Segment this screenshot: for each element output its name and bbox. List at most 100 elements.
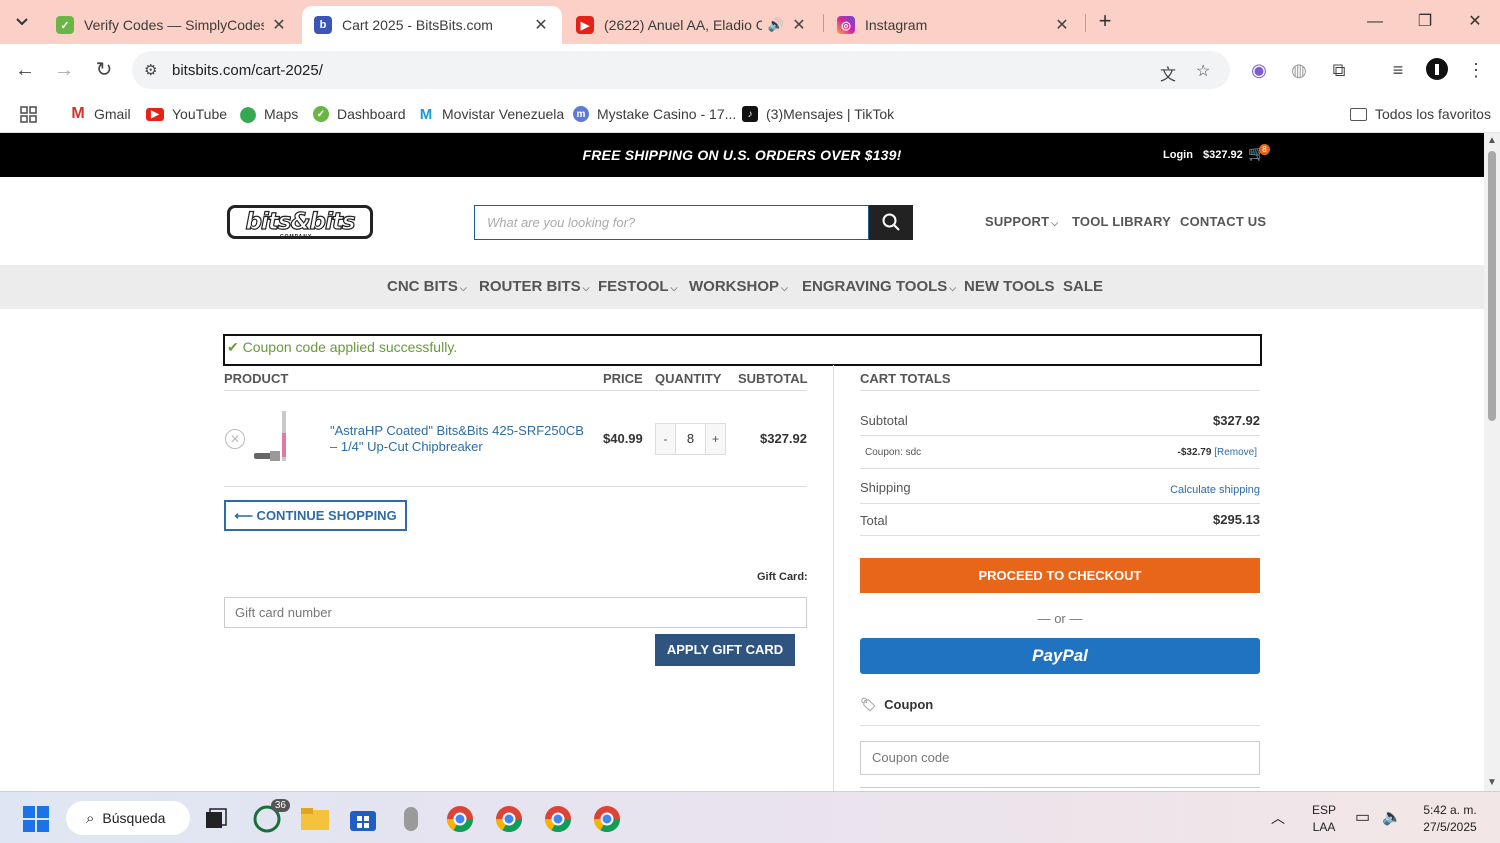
extensions-puzzle-icon[interactable]: ⧉ xyxy=(1327,58,1351,82)
close-tab-icon[interactable]: ✕ xyxy=(270,15,288,35)
header-quantity: QUANTITY xyxy=(655,371,722,386)
mouse-app-icon[interactable] xyxy=(394,802,428,836)
tab-instagram[interactable]: ◎ Instagram ✕ xyxy=(825,6,1083,44)
close-tab-icon[interactable]: ✕ xyxy=(532,15,550,35)
total-value: $295.13 xyxy=(1213,512,1260,527)
browser-menu-icon[interactable]: ⋮ xyxy=(1464,58,1488,82)
nav-router-bits[interactable]: ROUTER BITS ⌵ xyxy=(479,278,590,295)
scroll-up-icon[interactable]: ▲ xyxy=(1487,135,1497,146)
bookmark-star-icon[interactable]: ☆ xyxy=(1196,61,1210,81)
coupon-code-input[interactable]: Coupon code xyxy=(860,741,1260,775)
address-bar[interactable]: ⚙ bitsbits.com/cart-2025/ 文 ☆ xyxy=(132,51,1230,89)
quantity-stepper: - 8 + xyxy=(655,423,726,455)
tool-library-link[interactable]: TOOL LIBRARY xyxy=(1072,214,1171,229)
continue-shopping-button[interactable]: ⟵ CONTINUE SHOPPING xyxy=(224,500,407,531)
search-icon[interactable] xyxy=(869,205,913,240)
bookmark-mystake[interactable]: m Mystake Casino - 17... xyxy=(573,102,736,126)
close-window-icon[interactable]: ✕ xyxy=(1460,8,1490,36)
volume-icon[interactable]: 🔈 xyxy=(1382,807,1402,827)
calculate-shipping-link[interactable]: Calculate shipping xyxy=(1110,484,1260,496)
language-indicator[interactable]: ESP LAA xyxy=(1304,802,1344,836)
chrome-profile-3-icon[interactable] xyxy=(541,802,575,836)
product-thumbnail[interactable] xyxy=(252,409,296,467)
support-link[interactable]: SUPPORT ⌵ xyxy=(985,214,1058,229)
all-bookmarks-folder[interactable]: Todos los favoritos xyxy=(1350,102,1491,126)
task-view-icon[interactable] xyxy=(199,802,233,836)
gift-card-label: Gift Card: xyxy=(757,571,808,583)
site-info-icon[interactable]: ⚙ xyxy=(144,61,157,79)
quantity-increase-button[interactable]: + xyxy=(706,424,725,454)
proceed-to-checkout-button[interactable]: PROCEED TO CHECKOUT xyxy=(860,558,1260,593)
apps-grid-icon[interactable] xyxy=(20,102,37,126)
close-tab-icon[interactable]: ✕ xyxy=(790,15,808,35)
profile-avatar[interactable] xyxy=(1425,58,1449,82)
whatsapp-badge: 36 xyxy=(270,799,290,812)
bookmark-youtube[interactable]: ▶ YouTube xyxy=(146,102,227,126)
bookmark-tiktok[interactable]: ♪ (3)Mensajes | TikTok xyxy=(742,102,894,126)
scroll-down-icon[interactable]: ▼ xyxy=(1487,777,1497,788)
gift-card-input[interactable]: Gift card number xyxy=(224,597,807,628)
chrome-icon[interactable] xyxy=(443,802,477,836)
bookmark-maps[interactable]: ⬤ Maps xyxy=(240,102,299,126)
restore-icon[interactable]: ❐ xyxy=(1410,8,1440,36)
divider xyxy=(860,390,1260,391)
tab-youtube[interactable]: ▶ (2622) Anuel AA, Eladio Car 🔊 ✕ xyxy=(564,6,820,44)
tiktok-icon: ♪ xyxy=(742,106,758,122)
extension-ai-icon[interactable]: ◉ xyxy=(1247,58,1271,82)
paypal-button[interactable]: PayPal xyxy=(860,638,1260,674)
back-icon[interactable]: ← xyxy=(11,56,39,84)
nav-festool[interactable]: FESTOOL ⌵ xyxy=(598,278,677,295)
remove-item-icon[interactable]: ✕ xyxy=(225,429,245,449)
clock[interactable]: 5:42 a. m. 27/5/2025 xyxy=(1412,802,1488,836)
quantity-decrease-button[interactable]: - xyxy=(656,424,675,454)
media-control-icon[interactable]: ≡ xyxy=(1386,58,1410,82)
file-explorer-icon[interactable] xyxy=(298,802,332,836)
close-tab-icon[interactable]: ✕ xyxy=(1053,15,1071,35)
product-name-link[interactable]: "AstraHP Coated" Bits&Bits 425-SRF250CB … xyxy=(330,423,592,455)
quantity-input[interactable]: 8 xyxy=(675,424,706,454)
remove-coupon-link[interactable]: [Remove] xyxy=(1214,447,1257,458)
nav-workshop[interactable]: WORKSHOP ⌵ xyxy=(689,278,788,295)
minimize-icon[interactable]: — xyxy=(1360,8,1390,36)
site-search-input[interactable]: What are you looking for? xyxy=(474,205,869,240)
item-subtotal: $327.92 xyxy=(760,431,807,446)
nav-cnc-bits[interactable]: CNC BITS ⌵ xyxy=(387,278,467,295)
login-link[interactable]: Login xyxy=(1163,149,1193,161)
forward-icon[interactable]: → xyxy=(50,56,78,84)
nav-sale[interactable]: SALE xyxy=(1063,278,1103,295)
speaker-icon[interactable]: 🔊 xyxy=(768,17,784,33)
page-scrollbar[interactable]: ▲ ▼ xyxy=(1484,133,1500,791)
url-text: bitsbits.com/cart-2025/ xyxy=(172,61,323,79)
bookmark-gmail[interactable]: M Gmail xyxy=(70,102,130,126)
total-label: Total xyxy=(860,513,888,528)
windows-start-icon[interactable] xyxy=(19,802,53,836)
globe-extension-icon[interactable]: ◍ xyxy=(1287,58,1311,82)
new-tab-icon[interactable]: + xyxy=(1093,10,1117,34)
header-cart-amount[interactable]: $327.92 xyxy=(1203,149,1243,161)
chrome-profile-4-icon[interactable] xyxy=(590,802,624,836)
reload-icon[interactable]: ↻ xyxy=(90,56,118,84)
show-hidden-icons-icon[interactable]: ︿ xyxy=(1271,808,1285,828)
browser-toolbar: ← → ↻ ⚙ bitsbits.com/cart-2025/ 文 ☆ ◉ ◍ … xyxy=(0,44,1500,96)
mystake-icon: m xyxy=(573,106,589,122)
nav-new-tools[interactable]: NEW TOOLS xyxy=(964,278,1055,295)
cart-count-badge: 8 xyxy=(1259,144,1270,155)
whatsapp-icon[interactable]: 36 xyxy=(250,799,290,836)
taskbar-search[interactable]: ⌕ Búsqueda xyxy=(66,801,190,835)
tab-search-dropdown[interactable] xyxy=(8,8,36,36)
checkmark-icon: ✔ xyxy=(227,339,239,355)
apply-gift-card-button[interactable]: APPLY GIFT CARD xyxy=(655,634,795,666)
microsoft-store-icon[interactable] xyxy=(346,802,380,836)
page-viewport: FREE SHIPPING ON U.S. ORDERS OVER $139! … xyxy=(0,133,1484,791)
contact-us-link[interactable]: CONTACT US xyxy=(1180,214,1266,229)
nav-engraving-tools[interactable]: ENGRAVING TOOLS ⌵ xyxy=(802,278,956,295)
bookmark-movistar[interactable]: M Movistar Venezuela xyxy=(418,102,564,126)
network-icon[interactable]: ▭ xyxy=(1355,807,1370,827)
tab-bitsbits-cart[interactable]: b Cart 2025 - BitsBits.com ✕ xyxy=(302,6,562,44)
translate-icon[interactable]: 文 xyxy=(1160,61,1176,85)
tab-title: Cart 2025 - BitsBits.com xyxy=(342,17,493,33)
bookmark-dashboard[interactable]: ✓ Dashboard xyxy=(313,102,406,126)
chrome-profile-2-icon[interactable] xyxy=(492,802,526,836)
tab-simplycodes[interactable]: ✓ Verify Codes — SimplyCodes ✕ xyxy=(44,6,300,44)
scroll-thumb[interactable] xyxy=(1488,151,1496,421)
